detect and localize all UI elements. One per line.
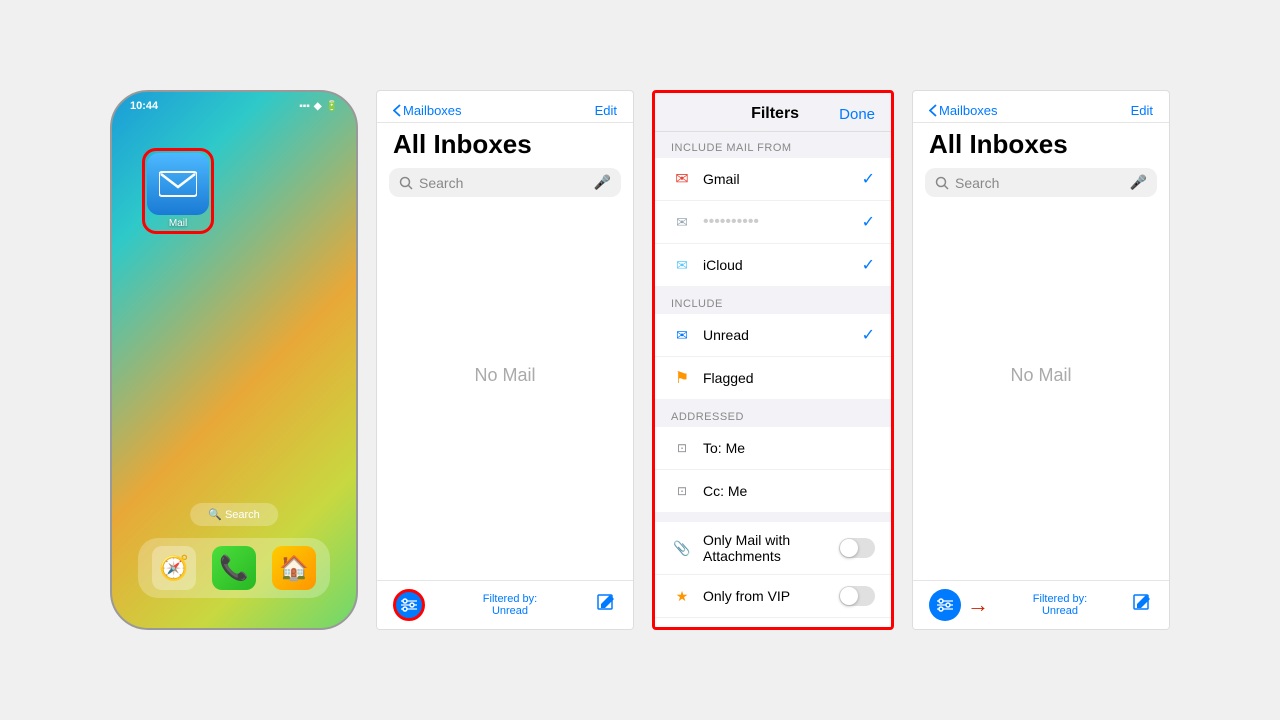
safari-icon[interactable]: 🧭 — [152, 546, 196, 590]
filter-body: INCLUDE MAIL FROM ✉ Gmail ✓ ✉ ••••••••••… — [655, 132, 891, 627]
mail-app-icon[interactable] — [147, 153, 209, 215]
phone-mockup: 10:44 ▪▪▪ ◆ 🔋 Mail 🔍 Search 🧭 📞 🏠 — [110, 90, 358, 630]
no-mail-text-3: No Mail — [913, 205, 1169, 545]
phone-screen: Mail 🔍 Search 🧭 📞 🏠 — [112, 116, 356, 616]
search-bar[interactable]: Search 🎤 — [389, 168, 621, 197]
time: 10:44 — [130, 100, 158, 112]
nav-bar-3: Mailboxes Edit — [913, 91, 1169, 123]
flagged-label: Flagged — [703, 370, 875, 386]
filter-row-ccme[interactable]: ⊡ Cc: Me — [655, 470, 891, 512]
gmail-check: ✓ — [862, 169, 875, 189]
filter-button-3[interactable] — [929, 589, 961, 621]
status-icons: ▪▪▪ ◆ 🔋 — [299, 101, 338, 112]
home-icon[interactable]: 🏠 — [272, 546, 316, 590]
filter-row-flagged[interactable]: ⚑ Flagged — [655, 357, 891, 399]
gmail-icon: ✉ — [671, 168, 693, 190]
filter-header: Filters Done — [655, 93, 891, 132]
toggle-card: 📎 Only Mail with Attachments ★ Only from… — [655, 522, 891, 627]
filter-row-tome[interactable]: ⊡ To: Me — [655, 427, 891, 470]
search-icon-3 — [935, 176, 949, 190]
bottom-toolbar: Filtered by: Unread — [377, 580, 633, 629]
back-button-3[interactable]: Mailboxes — [929, 103, 998, 118]
phone-icon[interactable]: 📞 — [212, 546, 256, 590]
filter-modal: Filters Done INCLUDE MAIL FROM ✉ Gmail ✓… — [652, 90, 894, 630]
vip-label: Only from VIP — [703, 588, 829, 604]
compose-button[interactable] — [595, 592, 617, 619]
page-title: All Inboxes — [377, 123, 633, 168]
include-card: ✉ Unread ✓ ⚑ Flagged — [655, 314, 891, 399]
mail-app-label: Mail — [169, 218, 187, 229]
arrow-indicator: → — [967, 592, 989, 618]
tome-icon: ⊡ — [671, 437, 693, 459]
vip-toggle[interactable] — [839, 586, 875, 606]
filter-status-3: Filtered by: Unread — [1033, 593, 1087, 617]
search-icon — [399, 176, 413, 190]
icloud-check: ✓ — [862, 255, 875, 275]
attachment-icon: 📎 — [671, 537, 693, 559]
attachment-label: Only Mail with Attachments — [703, 532, 829, 564]
page-title-3: All Inboxes — [913, 123, 1169, 168]
tome-label: To: Me — [703, 440, 875, 456]
icloud-label: iCloud — [703, 257, 852, 273]
inbox-screen: Mailboxes Edit All Inboxes Search 🎤 No M… — [376, 90, 634, 630]
addressed-card: ⊡ To: Me ⊡ Cc: Me — [655, 427, 891, 512]
back-button[interactable]: Mailboxes — [393, 103, 462, 118]
email2-label: •••••••••• — [703, 213, 852, 231]
mic-icon-3[interactable]: 🎤 — [1130, 174, 1147, 191]
filter-row-attachments[interactable]: 📎 Only Mail with Attachments — [655, 522, 891, 575]
filter-done-button[interactable]: Done — [839, 106, 875, 123]
filter-row-gmail[interactable]: ✉ Gmail ✓ — [655, 158, 891, 201]
filter-row-icloud[interactable]: ✉ iCloud ✓ — [655, 244, 891, 286]
nav-bar: Mailboxes Edit — [377, 91, 633, 123]
mail-app-icon-wrapper[interactable]: Mail — [142, 148, 214, 234]
filter-button[interactable] — [393, 589, 425, 621]
search-bar-3[interactable]: Search 🎤 — [925, 168, 1157, 197]
filter-row-today[interactable]: 📅 Only Mail Sent Today — [655, 618, 891, 627]
edit-button-3[interactable]: Edit — [1131, 103, 1153, 118]
email2-icon: ✉ — [671, 211, 693, 233]
filter-icon — [401, 597, 417, 613]
filter-icon-3 — [937, 597, 953, 613]
email2-check: ✓ — [862, 212, 875, 232]
no-mail-text: No Mail — [377, 205, 633, 545]
section-include: INCLUDE — [655, 288, 891, 314]
ccme-label: Cc: Me — [703, 483, 875, 499]
ccme-icon: ⊡ — [671, 480, 693, 502]
mic-icon[interactable]: 🎤 — [594, 174, 611, 191]
edit-button[interactable]: Edit — [595, 103, 617, 118]
phone-dock: 🧭 📞 🏠 — [138, 538, 330, 598]
icloud-icon: ✉ — [671, 254, 693, 276]
unread-label: Unread — [703, 327, 852, 343]
section-addressed: ADDRESSED — [655, 401, 891, 427]
attachments-toggle[interactable] — [839, 538, 875, 558]
phone-search[interactable]: 🔍 Search — [190, 503, 278, 526]
unread-check: ✓ — [862, 325, 875, 345]
filter-row-vip[interactable]: ★ Only from VIP — [655, 575, 891, 618]
unread-icon: ✉ — [671, 324, 693, 346]
vip-star-icon: ★ — [671, 585, 693, 607]
filter-status: Filtered by: Unread — [483, 593, 537, 617]
flagged-icon: ⚑ — [671, 367, 693, 389]
filter-area: → — [929, 589, 989, 621]
compose-button-3[interactable] — [1131, 592, 1153, 619]
gmail-label: Gmail — [703, 171, 852, 187]
filter-title: Filters — [751, 105, 799, 123]
include-from-card: ✉ Gmail ✓ ✉ •••••••••• ✓ ✉ iCloud ✓ — [655, 158, 891, 286]
status-bar: 10:44 ▪▪▪ ◆ 🔋 — [112, 92, 356, 116]
filter-row-email2[interactable]: ✉ •••••••••• ✓ — [655, 201, 891, 244]
section-include-from: INCLUDE MAIL FROM — [655, 132, 891, 158]
inbox-screen-after: Mailboxes Edit All Inboxes Search 🎤 No M… — [912, 90, 1170, 630]
bottom-toolbar-3: → Filtered by: Unread — [913, 580, 1169, 629]
filter-row-unread[interactable]: ✉ Unread ✓ — [655, 314, 891, 357]
